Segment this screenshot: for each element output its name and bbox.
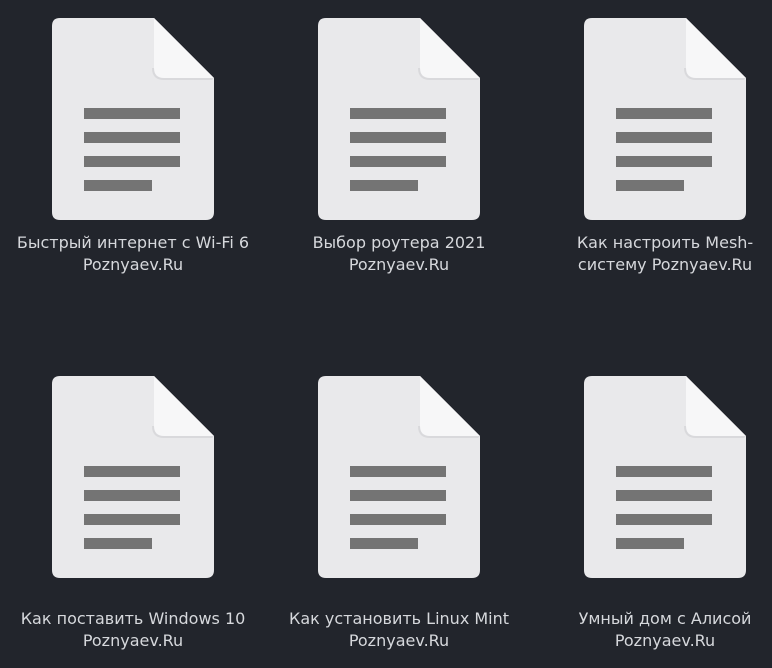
text-document-icon [52,18,214,220]
file-name-line1: Как настроить Mesh- [576,233,754,252]
file-name-line1: Умный дом с Алисой [578,609,752,628]
file-item-2[interactable]: Выбор роутера 2021 Poznyaev.Ru [266,0,532,340]
file-name-line1: Как установить Linux Mint [288,609,510,628]
file-name-label: Как поставить Windows 10 Poznyaev.Ru [0,608,266,652]
file-name-label: Умный дом с Алисой Poznyaev.Ru [532,608,772,652]
file-item-3[interactable]: Как настроить Mesh- систему Poznyaev.Ru [532,0,772,340]
file-name-line2: Poznyaev.Ru [348,255,450,274]
file-name-line1: Выбор роутера 2021 [312,233,486,252]
file-name-label: Выбор роутера 2021 Poznyaev.Ru [266,232,532,276]
file-name-label: Как установить Linux Mint Poznyaev.Ru [266,608,532,652]
file-name-line1: Как поставить Windows 10 [20,609,246,628]
file-item-4[interactable]: Как поставить Windows 10 Poznyaev.Ru [0,358,266,668]
file-name-line1: Быстрый интернет с Wi-Fi 6 [16,233,250,252]
text-document-icon [318,18,480,220]
text-document-icon [584,376,746,578]
file-item-5[interactable]: Как установить Linux Mint Poznyaev.Ru [266,358,532,668]
file-item-1[interactable]: Быстрый интернет с Wi-Fi 6 Poznyaev.Ru [0,0,266,340]
text-document-icon [52,376,214,578]
file-name-label: Быстрый интернет с Wi-Fi 6 Poznyaev.Ru [0,232,266,276]
file-name-line2: Poznyaev.Ru [82,255,184,274]
file-name-line2: Poznyaev.Ru [82,631,184,650]
file-name-label: Как настроить Mesh- систему Poznyaev.Ru [532,232,772,276]
text-document-icon [318,376,480,578]
file-name-line2: систему Poznyaev.Ru [577,255,753,274]
file-name-line2: Poznyaev.Ru [348,631,450,650]
file-item-6[interactable]: Умный дом с Алисой Poznyaev.Ru [532,358,772,668]
file-name-line2: Poznyaev.Ru [614,631,716,650]
file-grid: Быстрый интернет с Wi-Fi 6 Poznyaev.Ru В… [0,0,772,668]
text-document-icon [584,18,746,220]
